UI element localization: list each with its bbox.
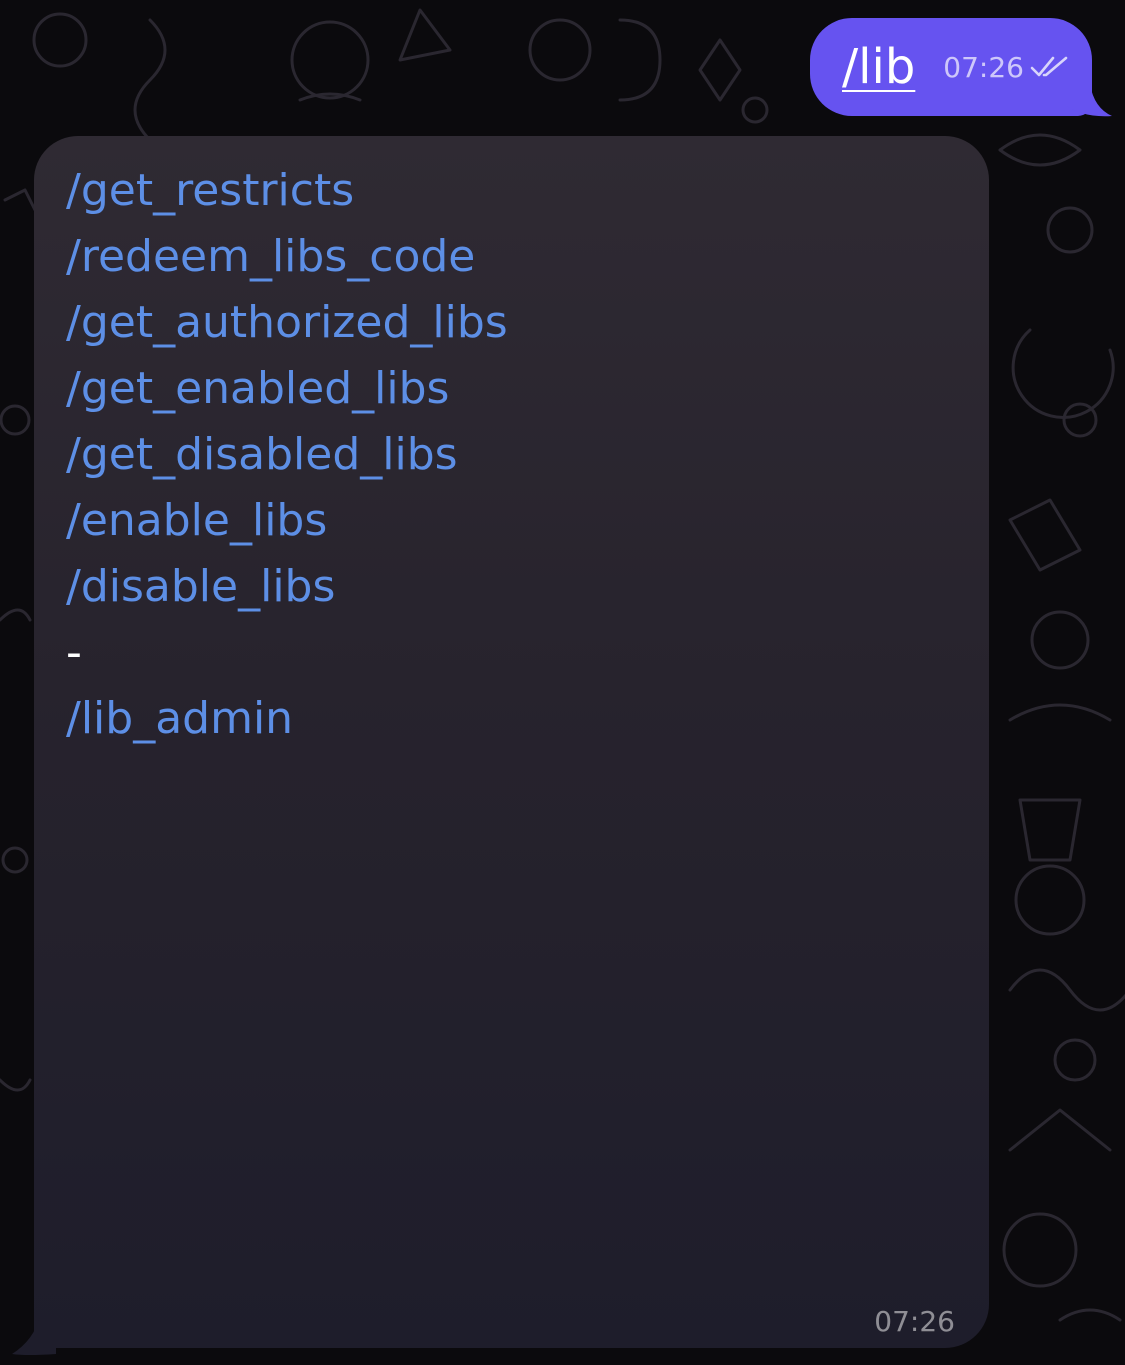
outgoing-message-time: 07:26 <box>943 50 1024 84</box>
message-line: /get_disabled_libs <box>66 422 955 488</box>
message-line: /enable_libs <box>66 488 955 554</box>
message-line: /get_authorized_libs <box>66 290 955 356</box>
incoming-message-text: /get_restricts/redeem_libs_code/get_auth… <box>66 158 955 752</box>
bot-command-link[interactable]: /disable_libs <box>66 561 335 612</box>
outgoing-message-bubble[interactable]: /lib 07:26 <box>810 18 1092 116</box>
incoming-message-bubble[interactable]: /get_restricts/redeem_libs_code/get_auth… <box>34 136 989 1348</box>
message-line: /get_enabled_libs <box>66 356 955 422</box>
bot-command-link[interactable]: /get_restricts <box>66 165 354 216</box>
double-check-icon <box>1030 56 1068 77</box>
bot-command-link[interactable]: /lib_admin <box>66 693 293 744</box>
message-line: /redeem_libs_code <box>66 224 955 290</box>
bot-command-link[interactable]: /redeem_libs_code <box>66 231 475 282</box>
bot-command-link[interactable]: /get_enabled_libs <box>66 363 449 414</box>
incoming-message-time: 07:26 <box>874 1305 955 1338</box>
message-line: /get_restricts <box>66 158 955 224</box>
bot-command-link[interactable]: /get_authorized_libs <box>66 297 508 348</box>
message-line: - <box>66 620 955 686</box>
message-line: /lib_admin <box>66 686 955 752</box>
outgoing-message-meta: 07:26 <box>943 51 1068 84</box>
line-text: - <box>66 627 82 678</box>
bot-command-link[interactable]: /get_disabled_libs <box>66 429 458 480</box>
incoming-bubble-tail <box>12 1316 56 1355</box>
outgoing-message-text[interactable]: /lib <box>842 39 915 95</box>
outgoing-bubble-tail <box>1064 84 1112 117</box>
bot-command-link[interactable]: /enable_libs <box>66 495 327 546</box>
message-line: /disable_libs <box>66 554 955 620</box>
